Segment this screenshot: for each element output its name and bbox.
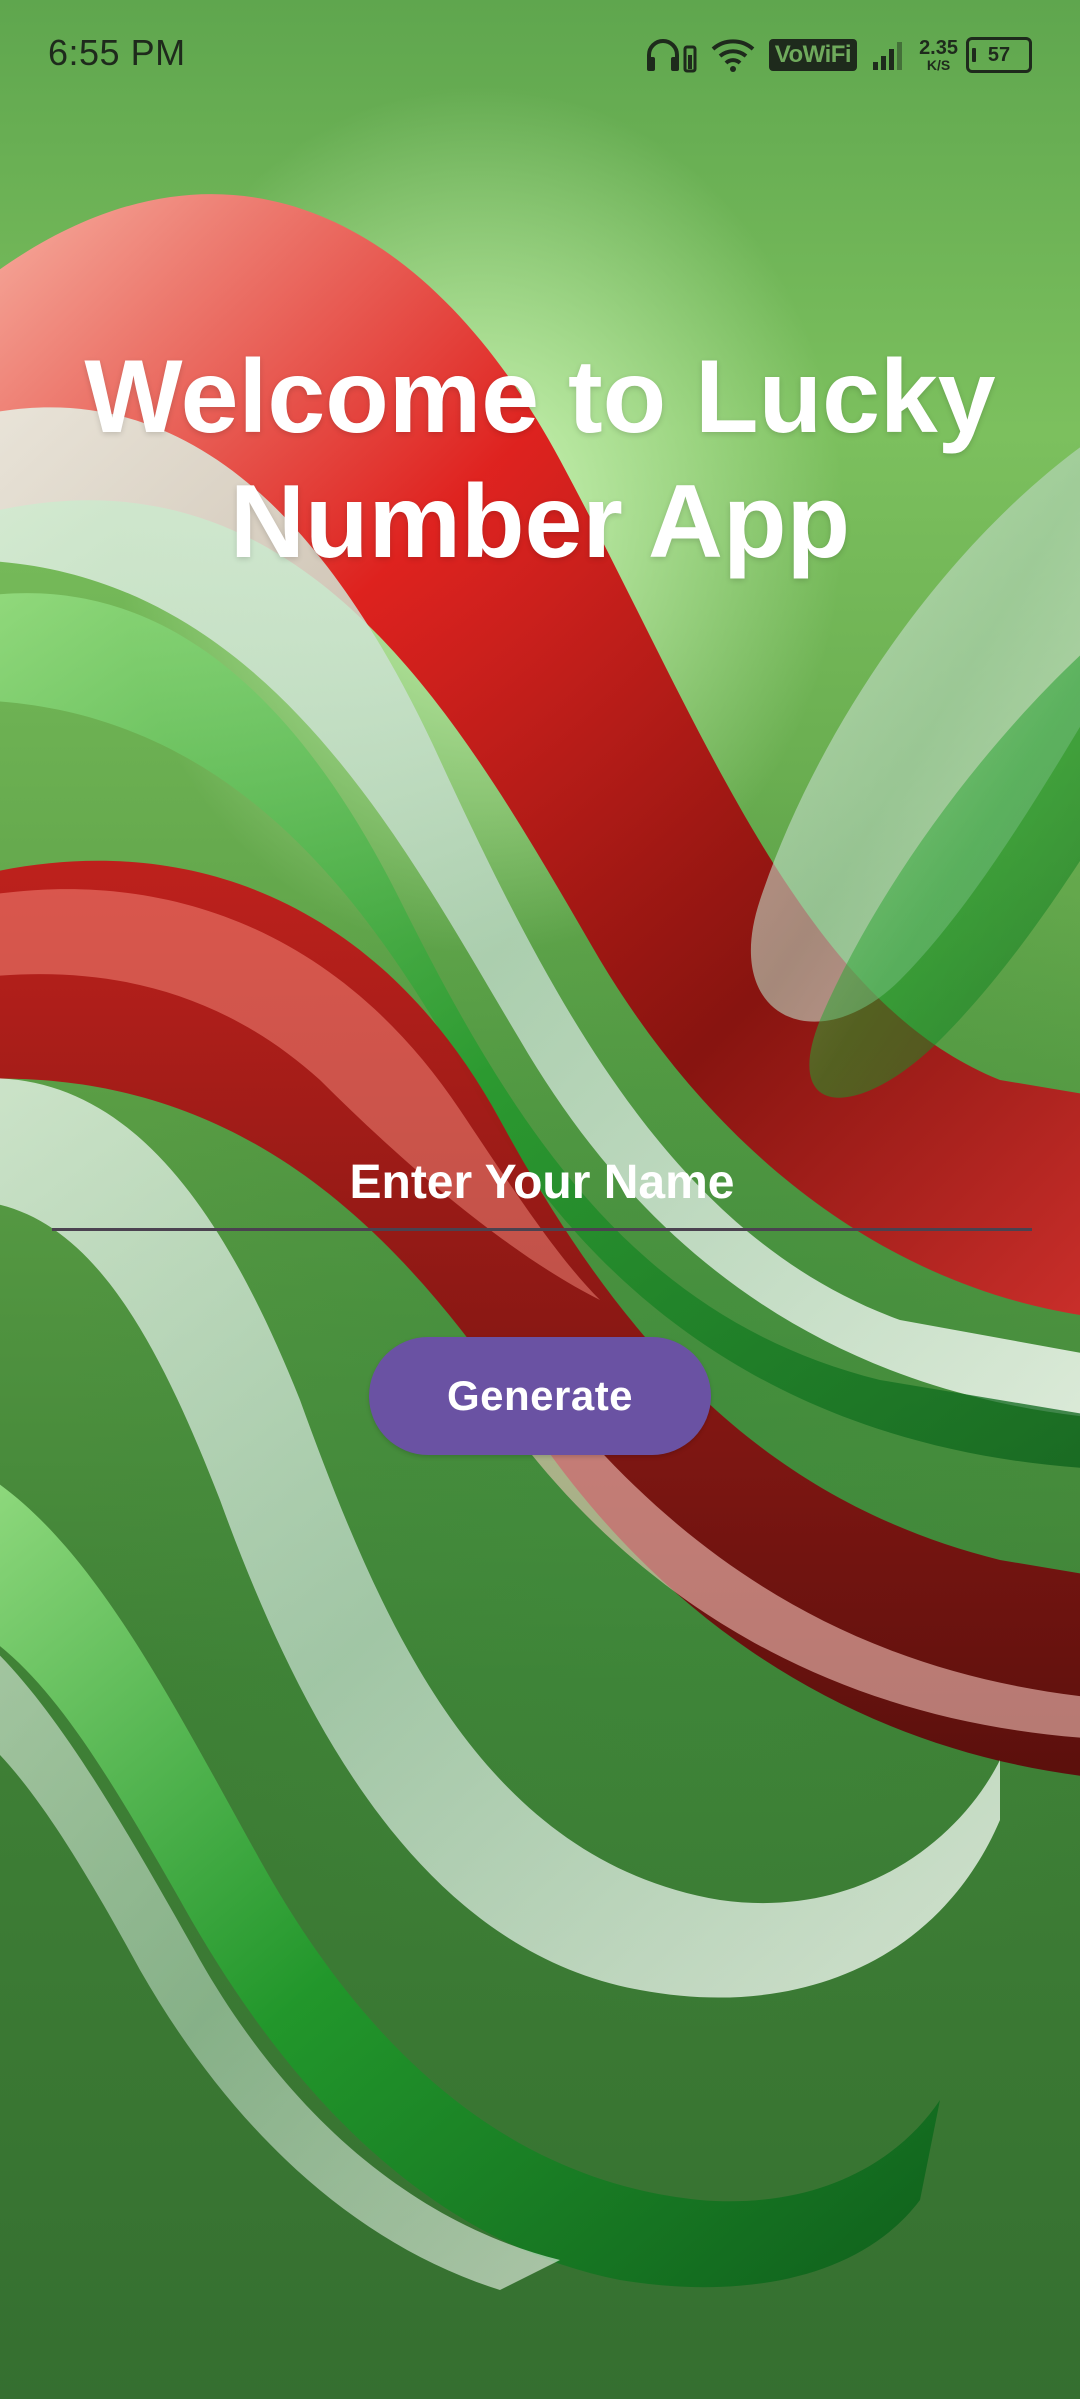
- status-icons: VoWiFi 2.35 K/S 57: [645, 30, 1032, 80]
- app-screen: 6:55 PM VoWiFi 2.35 K/S 57 Welcome to Lu…: [0, 0, 1080, 2399]
- signal-icon: [871, 40, 905, 70]
- battery-icon: 57: [966, 37, 1032, 73]
- status-time: 6:55 PM: [48, 32, 186, 73]
- battery-level: 57: [966, 37, 1032, 73]
- wifi-icon: [711, 37, 755, 73]
- network-speed-value: 2.35: [919, 37, 958, 59]
- page-title: Welcome to Lucky Number App: [84, 339, 996, 580]
- status-bar: 6:55 PM VoWiFi 2.35 K/S 57: [0, 0, 1080, 110]
- network-speed-unit: K/S: [926, 57, 951, 73]
- generate-button[interactable]: Generate: [369, 1337, 711, 1455]
- network-speed: 2.35 K/S: [919, 38, 958, 72]
- headphones-icon: [645, 37, 697, 73]
- name-field: [52, 1140, 1032, 1231]
- vowifi-icon: VoWiFi: [768, 39, 858, 71]
- name-input[interactable]: [52, 1140, 1032, 1224]
